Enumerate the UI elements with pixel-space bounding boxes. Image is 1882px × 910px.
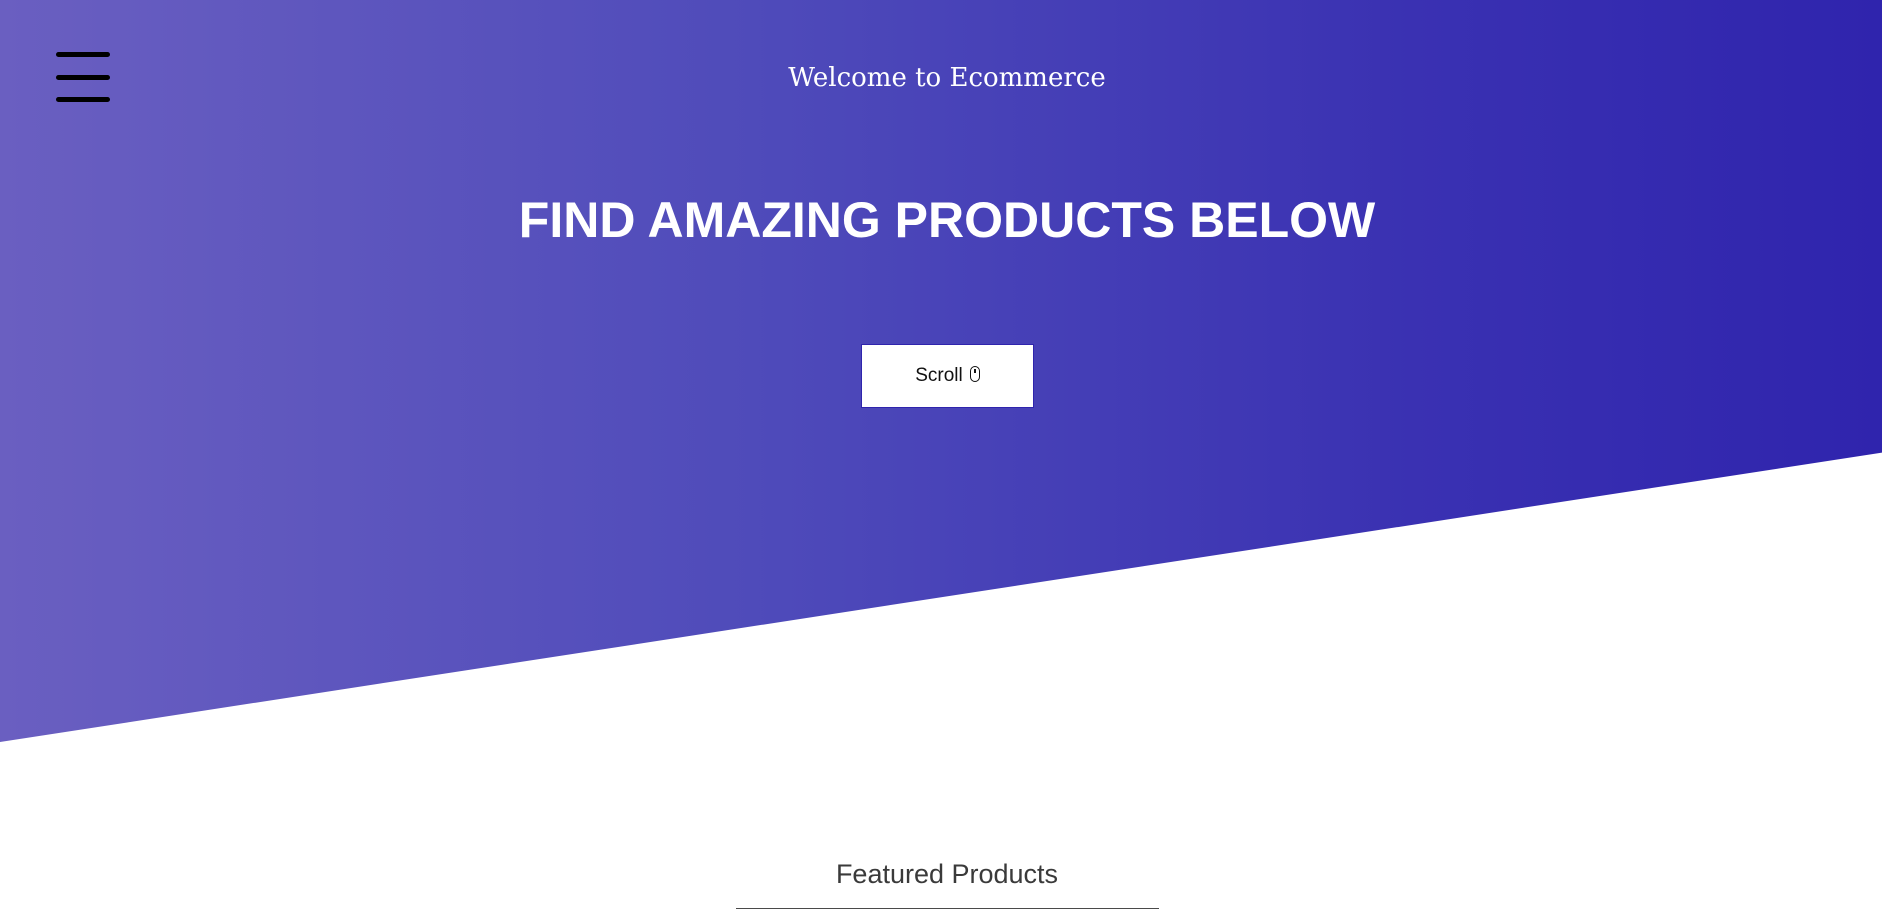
welcome-text: Welcome to Ecommerce [788, 63, 1106, 93]
section-divider [736, 908, 1159, 909]
menu-line [56, 52, 110, 57]
hero-headline: FIND AMAZING PRODUCTS BELOW [518, 192, 1376, 248]
page: Welcome to Ecommerce FIND AMAZING PRODUC… [0, 0, 1882, 910]
featured-products-title: Featured Products [835, 859, 1059, 889]
scroll-button-label: Scroll [915, 365, 963, 386]
scroll-button[interactable]: Scroll [861, 344, 1034, 408]
menu-line [56, 97, 110, 102]
mouse-icon [969, 365, 980, 382]
